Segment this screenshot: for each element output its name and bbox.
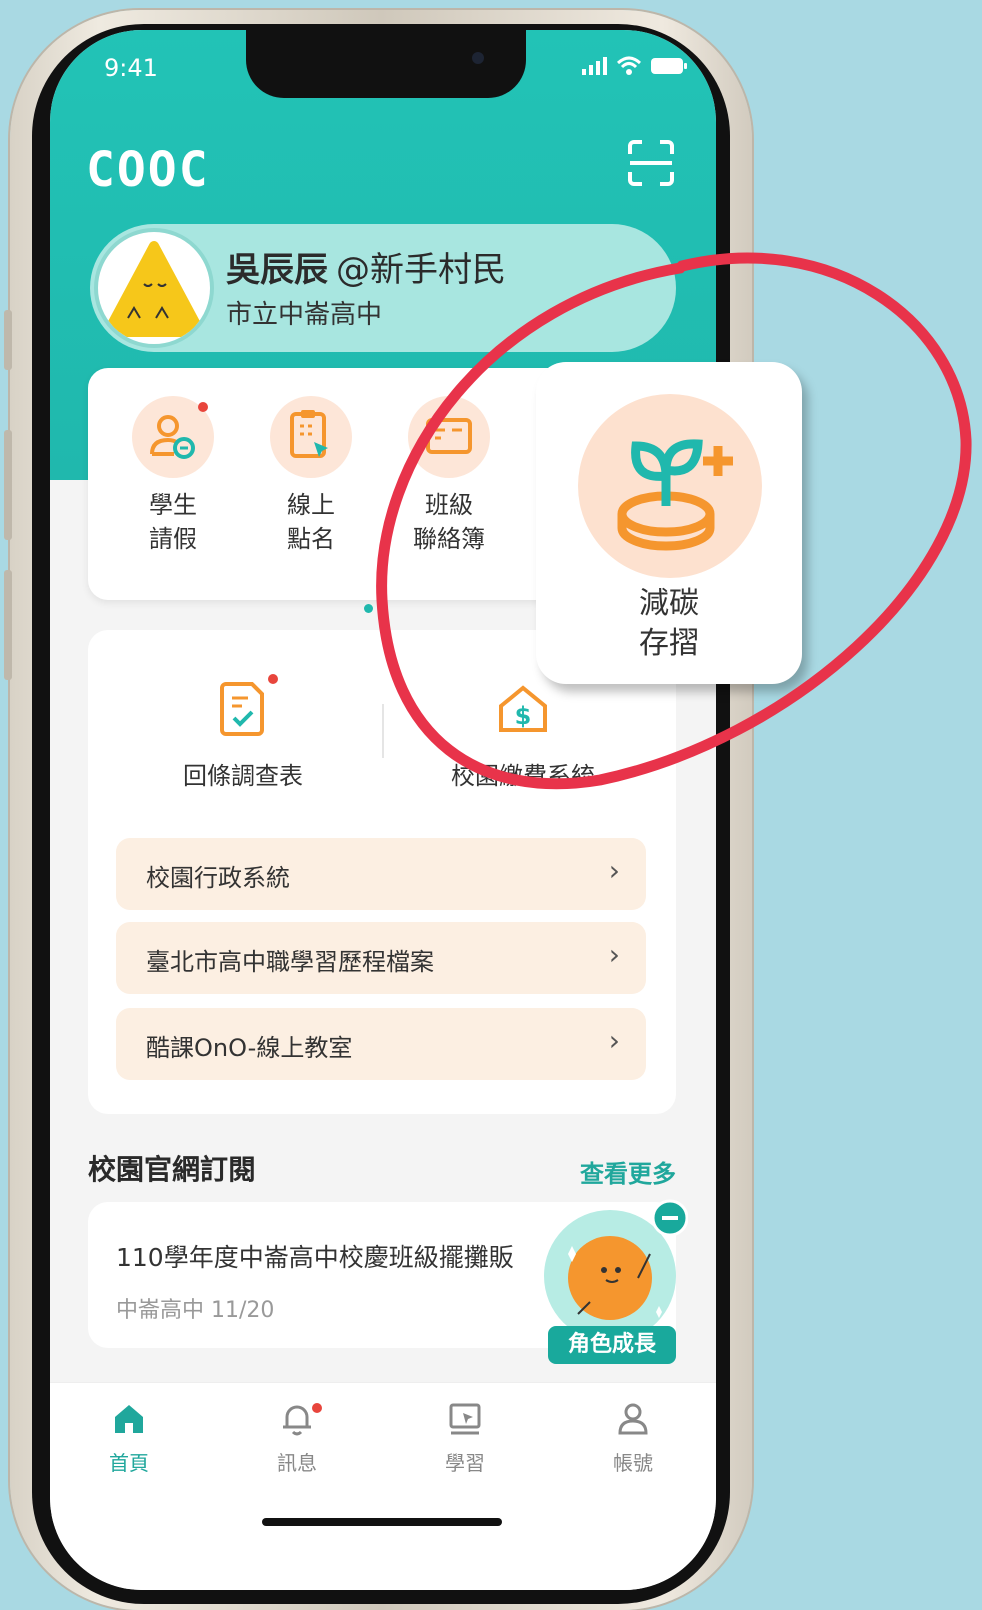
quick-action-label: 班級 聯絡簿 [413, 491, 485, 553]
home-icon [115, 1405, 143, 1433]
online-rollcall-icon [270, 396, 352, 478]
scan-icon [628, 140, 674, 186]
account-icon [618, 1403, 648, 1435]
student-leave-icon [132, 396, 214, 478]
notch [246, 30, 526, 98]
profile-name: 吳辰辰 [226, 250, 328, 290]
profile-card[interactable]: 吳辰辰 @新手村民 市立中崙高中 [90, 224, 676, 352]
avatar-character-icon [103, 241, 205, 337]
divider [382, 704, 384, 758]
feature-label: 校園繳費系統 [451, 762, 595, 790]
tab-label: 首頁 [109, 1451, 149, 1475]
quick-action-contact-book[interactable]: 班級 聯絡簿 [394, 396, 504, 556]
section-title: 校園官網訂閱 [88, 1153, 257, 1186]
tab-label: 訊息 [277, 1451, 317, 1475]
feature-campus-payment[interactable]: $ 校園繳費系統 [398, 680, 648, 791]
avatar[interactable] [94, 228, 214, 348]
tab-account[interactable]: 帳號 [588, 1399, 678, 1476]
tab-label: 學習 [445, 1451, 485, 1475]
badge-dot [312, 1403, 322, 1413]
tab-learning[interactable]: 學習 [420, 1399, 510, 1476]
growth-label[interactable]: 角色成長 [548, 1326, 676, 1364]
scan-button[interactable] [626, 138, 676, 192]
bell-icon [283, 1405, 311, 1436]
tab-home[interactable]: 首頁 [84, 1399, 174, 1476]
chevron-right-icon: › [608, 938, 620, 971]
feature-survey-form[interactable]: 回條調查表 [118, 674, 368, 791]
battery-icon [651, 58, 687, 74]
carbon-passbook-popup[interactable]: 減碳 存摺 [536, 362, 802, 684]
popup-label: 減碳 存摺 [639, 586, 699, 661]
profile-handle: @新手村民 [336, 250, 506, 290]
link-label: 校園行政系統 [146, 864, 290, 892]
svg-text:$: $ [515, 702, 532, 730]
badge-dot [268, 674, 278, 684]
pager-dot [364, 604, 373, 613]
profile-name-line: 吳辰辰 @新手村民 [226, 242, 506, 291]
signal-icon [582, 57, 607, 75]
campus-payment-icon: $ [499, 685, 547, 732]
link-row-learning-portfolio[interactable]: 臺北市高中職學習歷程檔案 › [116, 922, 646, 994]
status-time: 9:41 [104, 54, 158, 82]
tab-messages[interactable]: 訊息 [252, 1399, 342, 1476]
news-meta: 中崙高中 11/20 [116, 1298, 275, 1323]
tab-label: 帳號 [613, 1451, 653, 1475]
app-logo: COOC [86, 142, 210, 198]
class-contact-book-icon [408, 396, 490, 478]
link-label: 酷課OnO-線上教室 [146, 1034, 353, 1062]
quick-action-student-leave[interactable]: 學生 請假 [118, 396, 228, 556]
profile-school: 市立中崙高中 [226, 300, 383, 330]
home-indicator [262, 1518, 502, 1526]
bottom-tab-bar: 首頁 訊息 學習 帳號 [50, 1382, 716, 1590]
survey-form-icon [220, 682, 264, 736]
status-icons [582, 56, 688, 76]
link-row-online-classroom[interactable]: 酷課OnO-線上教室 › [116, 1008, 646, 1080]
link-label: 臺北市高中職學習歷程檔案 [146, 948, 434, 976]
quick-action-label: 學生 請假 [149, 491, 197, 553]
carbon-passbook-icon [578, 394, 762, 578]
volume-down-button [4, 570, 12, 680]
learning-icon [449, 1403, 481, 1435]
silent-switch [4, 310, 12, 370]
badge-dot [198, 402, 208, 412]
volume-up-button [4, 430, 12, 540]
see-more-link[interactable]: 查看更多 [580, 1154, 676, 1189]
link-row-campus-admin[interactable]: 校園行政系統 › [116, 838, 646, 910]
quick-action-online-rollcall[interactable]: 線上 點名 [256, 396, 366, 556]
feature-label: 回條調查表 [183, 762, 303, 790]
quick-action-label: 線上 點名 [287, 491, 335, 553]
chevron-right-icon: › [608, 854, 620, 887]
features-card: 回條調查表 $ 校園繳費系統 校園行政系統 › 臺北市高中職學習歷程檔案 › 酷… [88, 630, 676, 1114]
app-screen: 9:41 COOC 吳辰辰 @新手村民 市立中崙高中 學生 請假 線上 點名 班… [50, 30, 716, 1590]
wifi-icon [616, 56, 642, 75]
chevron-right-icon: › [608, 1024, 620, 1057]
news-title: 110學年度中崙高中校慶班級擺攤販 [116, 1243, 514, 1272]
